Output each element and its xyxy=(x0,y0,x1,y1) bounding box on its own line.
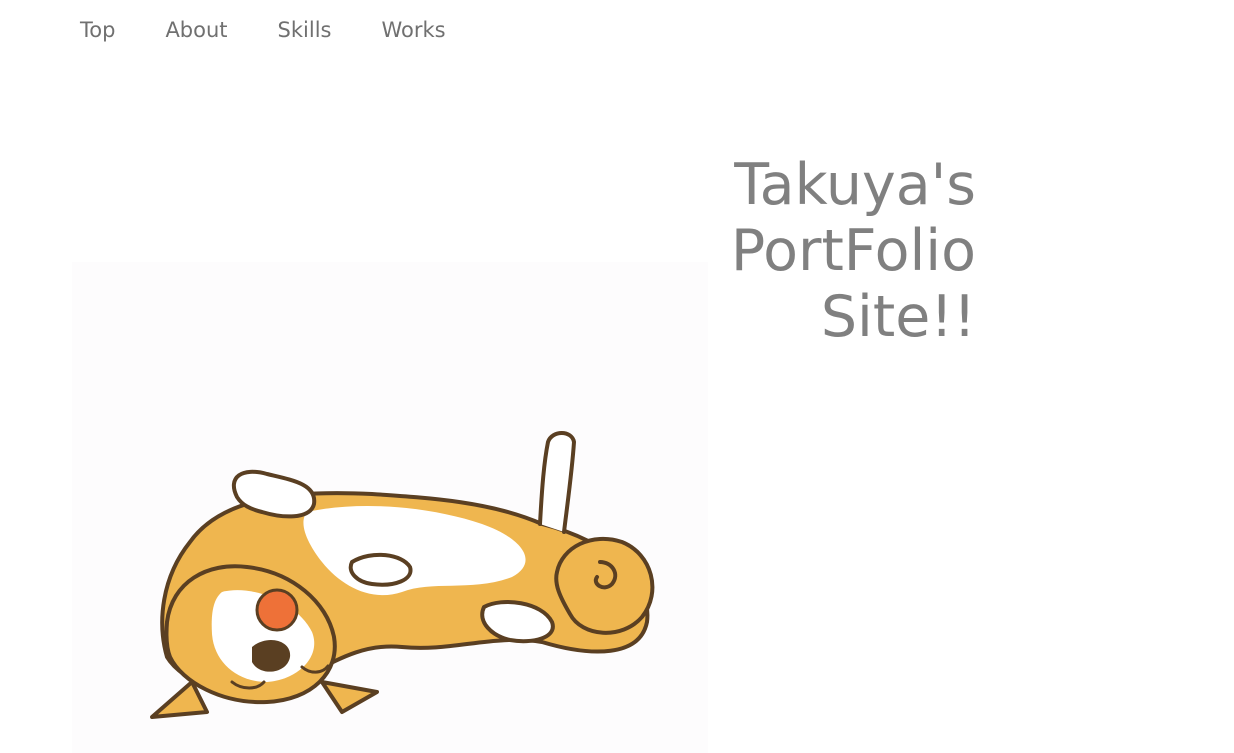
title-line-1: Takuya's xyxy=(734,152,976,218)
nav-link-skills[interactable]: Skills xyxy=(278,18,332,42)
portfolio-page: Top About Skills Works Takuya's PortFoli… xyxy=(0,0,1234,753)
shiba-dog-illustration xyxy=(72,262,708,753)
title-line-3: Site!! xyxy=(820,284,976,350)
title-line-2: PortFolio xyxy=(730,218,976,284)
page-title: Takuya's PortFolio Site!! xyxy=(731,152,976,350)
shiba-dog-drawing xyxy=(150,431,655,719)
nav-link-works[interactable]: Works xyxy=(381,18,445,42)
nav-link-top[interactable]: Top xyxy=(80,18,115,42)
top-nav: Top About Skills Works xyxy=(80,14,496,46)
nav-link-about[interactable]: About xyxy=(165,18,227,42)
